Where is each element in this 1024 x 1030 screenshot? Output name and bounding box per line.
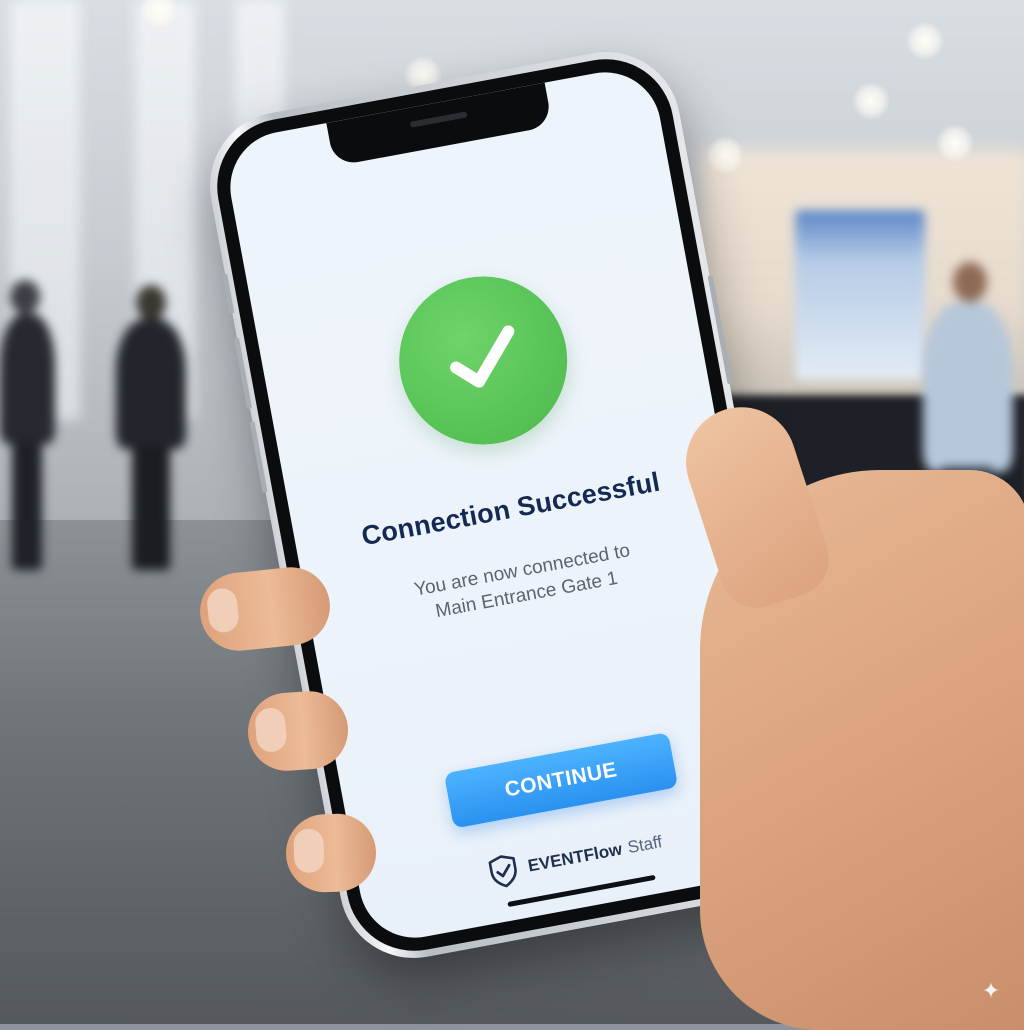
brand-name: EVENTFlow — [526, 839, 624, 876]
phone-screen: Connection Successful You are now connec… — [221, 63, 799, 947]
success-screen: Connection Successful You are now connec… — [221, 63, 799, 947]
connection-message: You are now connected to Main Entrance G… — [412, 538, 636, 627]
ceiling-light — [852, 82, 890, 120]
success-checkmark-icon — [385, 262, 582, 459]
smartphone: Connection Successful You are now connec… — [197, 39, 823, 971]
continue-button[interactable]: CONTINUE — [443, 732, 679, 829]
ceiling-light — [936, 124, 974, 162]
background-display-screen — [795, 210, 925, 380]
shield-check-icon — [488, 855, 517, 888]
background-person — [0, 280, 60, 580]
checkmark-icon — [450, 325, 515, 388]
phone-wrapper: Connection Successful You are now connec… — [150, 39, 823, 971]
sparkle-icon: ✦ — [981, 978, 1001, 1003]
brand-suffix: Staff — [626, 832, 664, 858]
background-person — [915, 262, 1015, 642]
ceiling-light — [906, 22, 944, 60]
